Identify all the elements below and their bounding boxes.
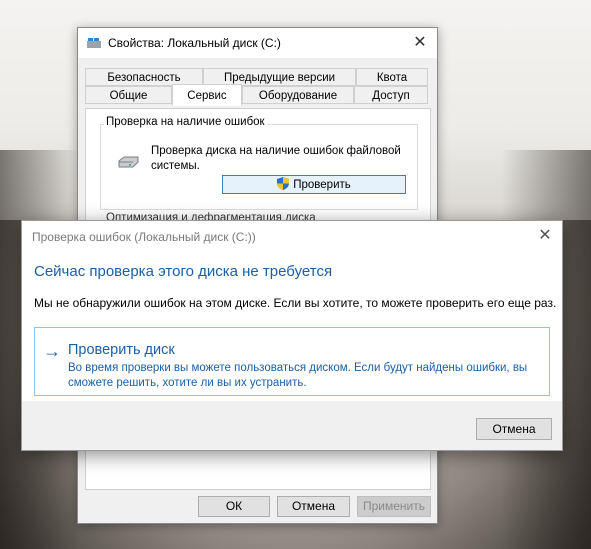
dialog-title: Проверка ошибок (Локальный диск (C:)) [32, 230, 256, 244]
uac-shield-icon [277, 177, 290, 190]
scan-drive-command-link[interactable]: → Проверить диск Во время проверки вы мо… [34, 327, 550, 396]
hard-drive-icon [118, 156, 139, 168]
close-icon[interactable]: ✕ [528, 221, 562, 251]
dialog-heading: Сейчас проверка этого диска не требуется [34, 263, 333, 280]
close-icon[interactable]: ✕ [403, 28, 437, 58]
tab-general[interactable]: Общие [85, 86, 172, 104]
ok-button[interactable]: ОК [198, 496, 270, 517]
error-check-group: Проверка диска на наличие ошибок файлово… [100, 124, 418, 210]
dialog-message: Мы не обнаружили ошибок на этом диске. Е… [34, 296, 557, 310]
dialog-cancel-button[interactable]: Отмена [476, 418, 552, 440]
apply-button[interactable]: Применить [357, 496, 431, 517]
tab-hardware[interactable]: Оборудование [242, 86, 354, 104]
cancel-button[interactable]: Отмена [277, 496, 350, 517]
right-arrow-icon: → [43, 341, 61, 361]
check-button-label: Проверить [293, 179, 351, 191]
error-check-group-label: Проверка на наличие ошибок [104, 116, 267, 128]
error-check-description: Проверка диска на наличие ошибок файлово… [151, 145, 401, 172]
properties-title: Свойства: Локальный диск (C:) [108, 36, 281, 50]
tab-quota[interactable]: Квота [356, 68, 428, 86]
command-title: Проверить диск [68, 342, 175, 358]
command-description: Во время проверки вы можете пользоваться… [68, 362, 528, 389]
properties-titlebar[interactable]: Свойства: Локальный диск (C:) ✕ [78, 28, 437, 58]
error-check-dialog: Проверка ошибок (Локальный диск (C:)) ✕ … [21, 220, 563, 451]
tab-sharing[interactable]: Доступ [354, 86, 428, 104]
dialog-content: Проверка ошибок (Локальный диск (C:)) ✕ … [22, 221, 562, 401]
windows-drive-icon [87, 38, 101, 48]
tab-service[interactable]: Сервис [172, 84, 242, 106]
check-button[interactable]: Проверить [222, 175, 406, 194]
